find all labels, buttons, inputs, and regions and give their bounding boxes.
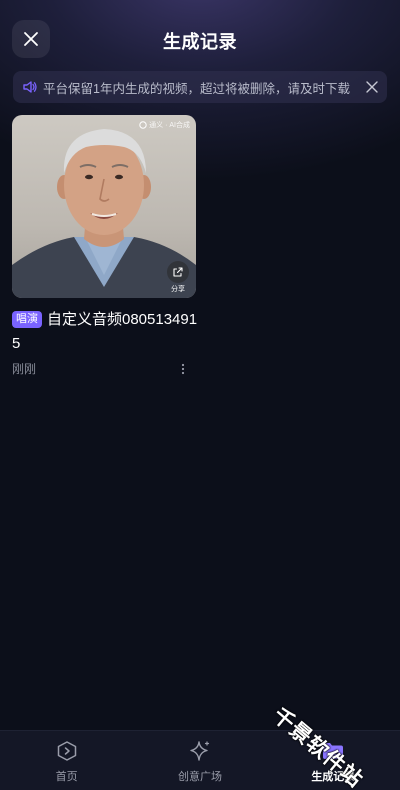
watermark-text: 通义 · AI合成	[149, 122, 190, 129]
tab-creative-plaza[interactable]: 创意广场	[133, 731, 266, 790]
share-icon	[173, 267, 183, 277]
more-vertical-icon	[181, 363, 185, 374]
speaker-icon	[21, 78, 39, 96]
retention-notice-bar: 平台保留1年内生成的视频，超过将被删除，请及时下载	[13, 71, 387, 103]
record-type-badge: 唱演	[12, 311, 42, 328]
more-options-button[interactable]	[176, 361, 190, 377]
record-meta-row: 刚刚	[12, 360, 190, 377]
sparkle-icon	[188, 739, 212, 763]
tab-home-label: 首页	[55, 771, 78, 783]
brand-logo-icon	[139, 121, 147, 129]
share-button[interactable]: 分享	[165, 261, 191, 294]
record-title-row: 唱演 自定义音频0805134915	[12, 308, 198, 356]
top-bar: 生成记录	[0, 0, 400, 78]
video-thumbnail[interactable]: 通义 · AI合成 分享	[12, 115, 196, 298]
page-title: 生成记录	[163, 32, 237, 52]
notice-close-button[interactable]	[363, 78, 381, 96]
ai-generated-watermark: 通义 · AI合成	[139, 120, 190, 130]
tab-creative-plaza-label: 创意广场	[177, 771, 222, 783]
record-timestamp: 刚刚	[12, 362, 37, 376]
share-label: 分享	[171, 286, 185, 293]
notice-text: 平台保留1年内生成的视频，超过将被删除，请及时下载	[43, 81, 350, 96]
home-play-icon	[55, 739, 79, 763]
record-card[interactable]: 通义 · AI合成 分享 唱演 自定义音频0805134915 刚刚	[12, 115, 198, 377]
tab-home[interactable]: 首页	[0, 731, 133, 790]
close-icon	[366, 81, 378, 93]
